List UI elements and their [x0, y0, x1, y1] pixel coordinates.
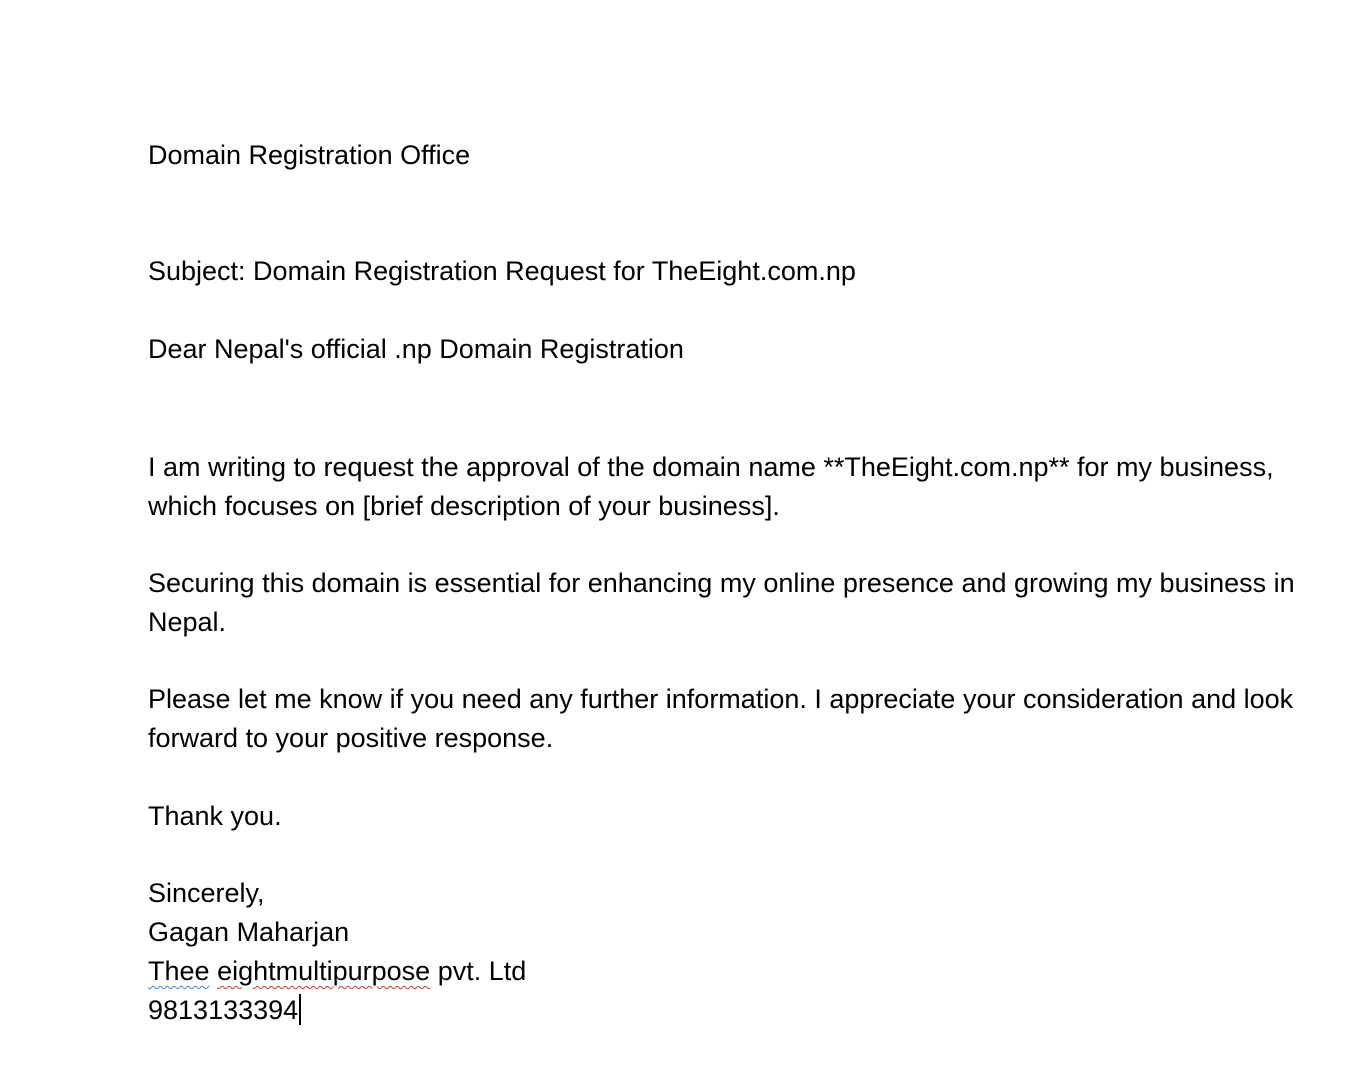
company-suffix: pvt. Ltd	[437, 956, 527, 986]
thanks-line: Thank you.	[148, 801, 282, 831]
grammar-flagged-word[interactable]: Thee	[148, 956, 210, 986]
body-paragraph-1: I am writing to request the approval of …	[148, 452, 1274, 521]
company-line: Thee eightmultipurpose pvt. Ltd	[148, 952, 526, 990]
text-cursor	[299, 994, 302, 1025]
signature-name: Gagan Maharjan	[148, 917, 350, 947]
phone-number: 9813133394	[148, 995, 299, 1025]
office-line: Domain Registration Office	[148, 140, 471, 170]
salutation: Dear Nepal's official .np Domain Registr…	[148, 334, 684, 364]
spelling-flagged-word[interactable]: eightmultipurpose	[217, 956, 430, 986]
phone-line: 9813133394	[148, 991, 302, 1029]
subject-line: Subject: Domain Registration Request for…	[148, 256, 856, 286]
document-page[interactable]: Domain Registration Office Subject: Doma…	[0, 0, 1364, 1070]
closing-line: Sincerely,	[148, 878, 265, 908]
body-paragraph-3: Please let me know if you need any furth…	[148, 684, 1294, 753]
body-paragraph-2: Securing this domain is essential for en…	[148, 568, 1295, 637]
